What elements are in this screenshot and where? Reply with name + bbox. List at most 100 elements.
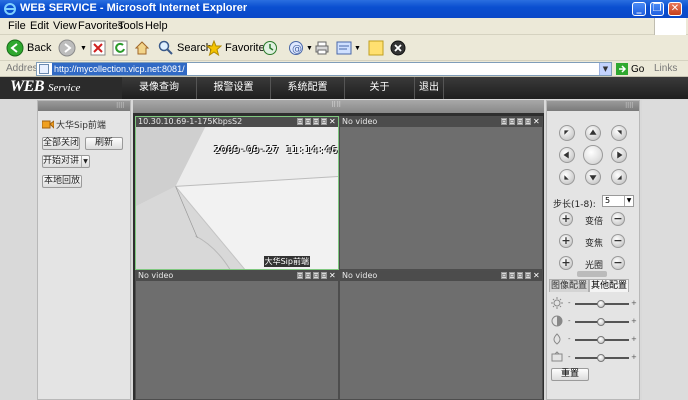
discuss-button[interactable] bbox=[368, 38, 384, 58]
home-button[interactable] bbox=[134, 38, 150, 58]
video-grip[interactable]: ⠿⠿ bbox=[133, 100, 544, 113]
close-cell-icon[interactable]: ✕ bbox=[533, 272, 540, 280]
slider-thumb[interactable] bbox=[597, 300, 605, 308]
local-playback-button[interactable]: 本地回放 bbox=[42, 175, 82, 188]
nav-about[interactable]: 关于 bbox=[344, 77, 414, 99]
refresh-button[interactable] bbox=[112, 38, 128, 58]
mail-dropdown-icon[interactable]: ▼ bbox=[306, 45, 313, 52]
iris-minus-button[interactable]: − bbox=[611, 256, 625, 270]
brightness-slider[interactable]: - + bbox=[551, 297, 637, 311]
address-url[interactable]: http://mycollection.vicp.net:8081/ bbox=[52, 63, 187, 75]
ptz-up-right-button[interactable] bbox=[611, 125, 627, 141]
cell-controls: ▫ ▫ ▫ ▫ ✕ bbox=[501, 272, 540, 280]
favorites-button[interactable]: Favorites bbox=[206, 38, 270, 58]
fullscreen-icon[interactable]: ▫ bbox=[321, 118, 327, 125]
start-talk-button[interactable]: 开始对讲 ▼ bbox=[42, 155, 90, 168]
tab-other-config[interactable]: 其他配置 bbox=[589, 279, 629, 292]
close-button[interactable]: ✕ bbox=[668, 2, 682, 16]
audio-icon[interactable]: ▫ bbox=[313, 118, 319, 125]
edit-dropdown-icon[interactable]: ▼ bbox=[354, 45, 361, 52]
address-input[interactable]: http://mycollection.vicp.net:8081/ ▼ bbox=[36, 62, 612, 76]
go-button[interactable]: Go bbox=[616, 62, 644, 76]
nav-record-query[interactable]: 录像查询 bbox=[122, 77, 196, 99]
menu-file[interactable]: File bbox=[8, 20, 26, 32]
audio-icon[interactable]: ▫ bbox=[517, 118, 523, 125]
close-cell-icon[interactable]: ✕ bbox=[533, 118, 540, 126]
close-all-button[interactable]: 全部关闭 bbox=[42, 137, 80, 150]
menu-edit[interactable]: Edit bbox=[30, 20, 49, 32]
ptz-grip[interactable]: ⠿⠿ bbox=[547, 101, 639, 111]
zoom-minus-button[interactable]: − bbox=[611, 212, 625, 226]
nav-system-config[interactable]: 系统配置 bbox=[270, 77, 344, 99]
iris-plus-button[interactable]: + bbox=[559, 256, 573, 270]
nav-exit[interactable]: 退出 bbox=[414, 77, 444, 99]
audio-icon[interactable]: ▫ bbox=[313, 272, 319, 279]
mail-button[interactable]: @ ▼ bbox=[288, 38, 313, 58]
saturation-slider[interactable]: - + bbox=[551, 333, 637, 347]
close-cell-icon[interactable]: ✕ bbox=[329, 118, 336, 126]
tab-image-config[interactable]: 图像配置 bbox=[549, 279, 589, 292]
minimize-button[interactable]: _ bbox=[632, 2, 646, 16]
ptz-up-left-button[interactable] bbox=[559, 125, 575, 141]
ptz-up-button[interactable] bbox=[585, 125, 601, 141]
focus-plus-button[interactable]: + bbox=[559, 234, 573, 248]
contrast-plus: + bbox=[631, 317, 637, 325]
step-dropdown-icon[interactable]: ▼ bbox=[624, 196, 633, 206]
video-cell-3[interactable]: No video ▫ ▫ ▫ ▫ ✕ bbox=[135, 270, 339, 400]
maximize-button[interactable]: ❐ bbox=[650, 2, 664, 16]
talk-dropdown-icon[interactable]: ▼ bbox=[81, 156, 89, 167]
snapshot-icon[interactable]: ▫ bbox=[509, 118, 515, 125]
snapshot-icon[interactable]: ▫ bbox=[305, 272, 311, 279]
fullscreen-icon[interactable]: ▫ bbox=[525, 272, 531, 279]
search-button[interactable]: Search bbox=[158, 38, 212, 58]
ptz-left-button[interactable] bbox=[559, 147, 575, 163]
address-dropdown-icon[interactable]: ▼ bbox=[599, 63, 611, 75]
forward-dropdown-icon[interactable]: ▼ bbox=[80, 45, 87, 52]
ptz-down-left-button[interactable] bbox=[559, 169, 575, 185]
fullscreen-icon[interactable]: ▫ bbox=[321, 272, 327, 279]
camera-item[interactable]: 大华Sip前端 bbox=[42, 117, 106, 131]
menu-tools[interactable]: Tools bbox=[118, 20, 144, 32]
record-icon[interactable]: ▫ bbox=[297, 118, 303, 125]
hue-minus: - bbox=[568, 353, 571, 361]
ptz-down-button[interactable] bbox=[585, 169, 601, 185]
ptz-right-button[interactable] bbox=[611, 147, 627, 163]
close-cell-icon[interactable]: ✕ bbox=[329, 272, 336, 280]
zoom-plus-button[interactable]: + bbox=[559, 212, 573, 226]
record-icon[interactable]: ▫ bbox=[501, 118, 507, 125]
edit-button[interactable]: ▼ bbox=[336, 38, 361, 58]
menu-view[interactable]: View bbox=[53, 20, 77, 32]
forward-button[interactable]: ▼ bbox=[58, 38, 87, 58]
record-icon[interactable]: ▫ bbox=[501, 272, 507, 279]
messenger-button[interactable] bbox=[390, 38, 406, 58]
menu-favorites[interactable]: Favorites bbox=[78, 20, 123, 32]
collapse-handle[interactable] bbox=[577, 271, 607, 277]
ptz-center-button[interactable] bbox=[583, 145, 603, 165]
video-cell-2[interactable]: No video ▫ ▫ ▫ ▫ ✕ bbox=[339, 116, 543, 270]
slider-thumb[interactable] bbox=[597, 336, 605, 344]
refresh-list-button[interactable]: 刷新 bbox=[85, 137, 123, 150]
menu-help[interactable]: Help bbox=[145, 20, 168, 32]
nav-alarm-settings[interactable]: 报警设置 bbox=[196, 77, 270, 99]
slider-thumb[interactable] bbox=[597, 354, 605, 362]
audio-icon[interactable]: ▫ bbox=[517, 272, 523, 279]
video-cell-4[interactable]: No video ▫ ▫ ▫ ▫ ✕ bbox=[339, 270, 543, 400]
focus-minus-button[interactable]: − bbox=[611, 234, 625, 248]
panel-grip[interactable]: ⠿⠿ bbox=[38, 101, 130, 111]
ptz-down-right-button[interactable] bbox=[611, 169, 627, 185]
snapshot-icon[interactable]: ▫ bbox=[305, 118, 311, 125]
print-button[interactable] bbox=[314, 38, 330, 58]
video-cell-1[interactable]: 10.30.10.69-1-175KbpsS2 ▫ ▫ ▫ ▫ ✕ 2009-09-27… bbox=[135, 116, 339, 270]
hue-slider[interactable]: - + bbox=[551, 351, 637, 365]
fullscreen-icon[interactable]: ▫ bbox=[525, 118, 531, 125]
media-button[interactable] bbox=[262, 38, 278, 58]
record-icon[interactable]: ▫ bbox=[297, 272, 303, 279]
step-select[interactable]: 5 ▼ bbox=[602, 195, 634, 207]
snapshot-icon[interactable]: ▫ bbox=[509, 272, 515, 279]
links-label[interactable]: Links bbox=[654, 63, 677, 74]
contrast-slider[interactable]: - + bbox=[551, 315, 637, 329]
reset-button[interactable]: 重置 bbox=[551, 368, 589, 381]
stop-button[interactable] bbox=[90, 38, 106, 58]
slider-thumb[interactable] bbox=[597, 318, 605, 326]
back-button[interactable]: Back ▼ bbox=[6, 38, 64, 58]
